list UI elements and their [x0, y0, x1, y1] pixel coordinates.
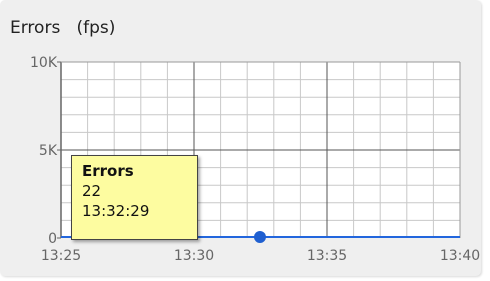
tooltip-value: 22	[82, 182, 102, 200]
x-tick-label: 13:40	[440, 248, 480, 264]
x-tick-label: 13:25	[41, 248, 81, 264]
y-tick-label: 5K	[39, 143, 58, 159]
tooltip-time: 13:32:29	[82, 202, 150, 220]
data-tooltip: Errors 22 13:32:29	[71, 155, 198, 240]
tooltip-series-name: Errors	[82, 162, 134, 180]
x-tick-label: 13:30	[174, 248, 214, 264]
y-tick-label: 10K	[30, 55, 58, 71]
highlighted-data-point	[253, 231, 266, 243]
x-tick-label: 13:35	[307, 248, 347, 264]
y-tick-label: 0	[48, 231, 57, 247]
